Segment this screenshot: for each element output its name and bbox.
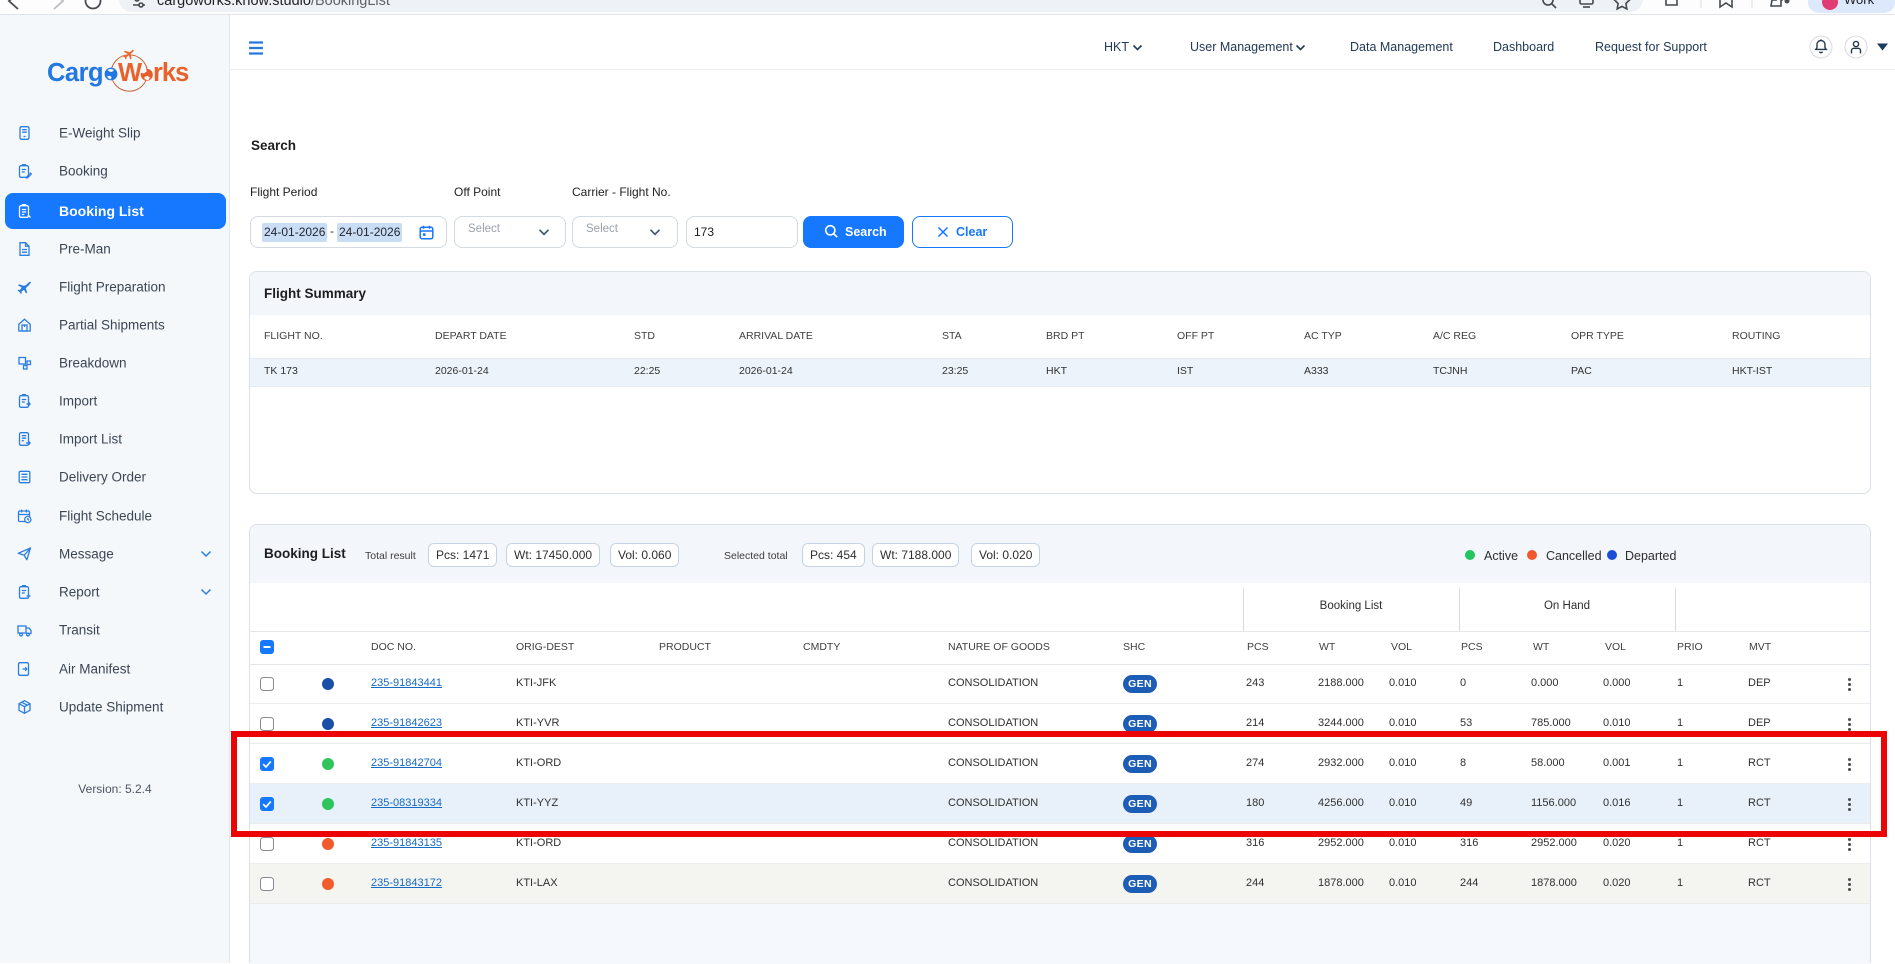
svg-text:rks: rks xyxy=(153,59,189,87)
svg-text:Carg: Carg xyxy=(47,59,103,87)
svg-text:W: W xyxy=(118,59,143,87)
